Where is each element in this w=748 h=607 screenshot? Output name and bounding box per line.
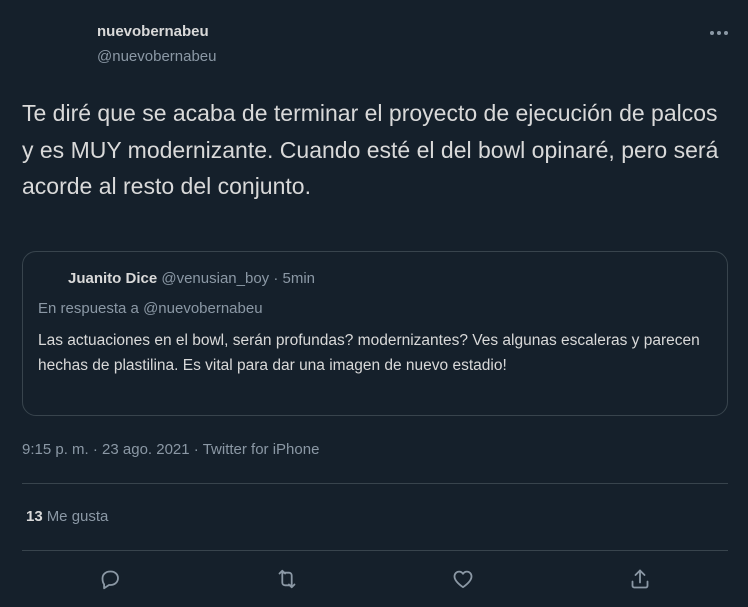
like-button[interactable] (448, 564, 478, 594)
author-block[interactable]: nuevobernabeu @nuevobernabeu (97, 22, 217, 67)
divider (22, 550, 728, 551)
tweet-timestamp: 9:15 p. m. · 23 ago. 2021 · Twitter for … (22, 441, 319, 458)
more-icon[interactable] (705, 26, 733, 40)
share-button[interactable] (625, 564, 655, 594)
divider (22, 483, 728, 484)
tweet-detail: nuevobernabeu @nuevobernabeu Te diré que… (0, 0, 748, 607)
more-dot (724, 31, 728, 35)
likes-label: Me gusta (46, 508, 109, 525)
tweet-source[interactable]: Twitter for iPhone (203, 441, 320, 458)
quoted-tweet[interactable]: Juanito Dice @venusian_boy · 5min En res… (22, 251, 728, 416)
share-icon (631, 569, 649, 589)
heart-icon (453, 570, 473, 589)
author-name[interactable]: nuevobernabeu (97, 22, 217, 42)
retweet-icon (278, 569, 296, 589)
quoted-author-meta: @venusian_boy · 5min (161, 270, 315, 287)
timestamp-date[interactable]: 9:15 p. m. · 23 ago. 2021 · (22, 441, 203, 458)
quoted-tweet-text: Las actuaciones en el bowl, serán profun… (38, 332, 700, 374)
quoted-author-name[interactable]: Juanito Dice (68, 270, 157, 287)
reply-button[interactable] (95, 564, 125, 594)
author-handle[interactable]: @nuevobernabeu (97, 47, 217, 67)
more-dot (710, 31, 714, 35)
reply-icon (101, 570, 119, 590)
quoted-reply-to: En respuesta a @nuevobernabeu (38, 300, 263, 317)
likes-stat[interactable]: 13 Me gusta (26, 508, 108, 525)
tweet-text: Te diré que se acaba de terminar el proy… (22, 100, 719, 199)
likes-count: 13 (26, 508, 43, 525)
retweet-button[interactable] (272, 564, 302, 594)
more-dot (717, 31, 721, 35)
quoted-tweet-header: Juanito Dice @venusian_boy · 5min (68, 270, 315, 287)
